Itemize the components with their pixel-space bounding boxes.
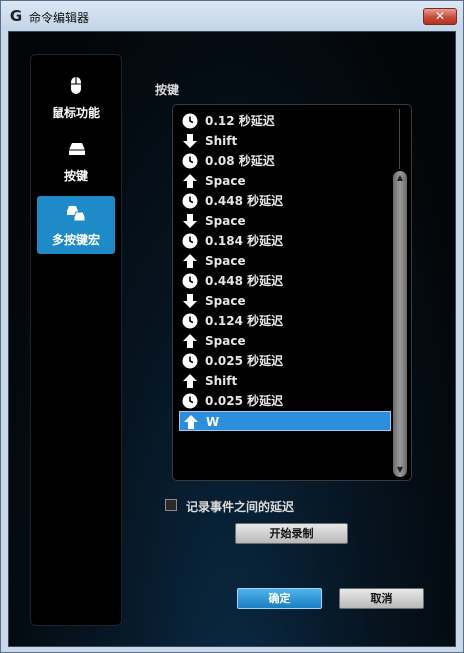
arrow-down-icon — [182, 293, 198, 309]
event-text: Shift — [205, 134, 238, 148]
scroll-up-arrow-icon[interactable]: ▲ — [393, 173, 407, 183]
start-recording-button[interactable]: 开始录制 — [235, 523, 348, 544]
record-delays-label: 记录事件之间的延迟 — [186, 500, 295, 514]
sidebar-item-mouse-function[interactable]: 鼠标功能 — [37, 69, 115, 127]
event-row[interactable]: 0.12 秒延迟 — [179, 111, 391, 131]
event-row[interactable]: Space — [179, 331, 391, 351]
event-row[interactable]: Space — [179, 211, 391, 231]
macro-event-list[interactable]: 0.12 秒延迟 Shift 0.08 秒延迟 Space 0.448 秒延迟 Space… — [172, 104, 412, 481]
event-row[interactable]: 0.124 秒延迟 — [179, 311, 391, 331]
clock-icon — [182, 393, 198, 409]
event-text: 0.08 秒延迟 — [205, 154, 275, 168]
sidebar-item-keystroke[interactable]: 按键 — [37, 132, 115, 190]
event-row[interactable]: Shift — [179, 371, 391, 391]
arrow-down-icon — [182, 133, 198, 149]
event-text: Space — [205, 334, 246, 348]
event-row[interactable]: Space — [179, 251, 391, 271]
event-row[interactable]: Space — [179, 171, 391, 191]
event-row[interactable]: 0.448 秒延迟 — [179, 191, 391, 211]
sidebar-item-multi-key-macro[interactable]: 多按键宏 — [37, 196, 115, 254]
event-row[interactable]: 0.08 秒延迟 — [179, 151, 391, 171]
arrow-up-icon — [182, 333, 198, 349]
event-row[interactable]: 0.025 秒延迟 — [179, 391, 391, 411]
event-text: 0.448 秒延迟 — [205, 194, 284, 208]
scrollbar-track-line — [399, 109, 400, 169]
scrollbar-thumb[interactable]: ▲ ▼ — [393, 171, 407, 477]
clock-icon — [182, 193, 198, 209]
sidebar-item-label: 鼠标功能 — [51, 106, 100, 120]
clock-icon — [182, 153, 198, 169]
event-text: 0.184 秒延迟 — [205, 234, 284, 248]
arrow-up-icon — [182, 173, 198, 189]
close-button[interactable]: ✕ — [423, 8, 457, 25]
title-bar[interactable]: G 命令编辑器 ✕ — [1, 1, 463, 31]
logitech-logo-icon: G — [9, 7, 23, 25]
arrow-up-icon — [182, 253, 198, 269]
mouse-icon — [71, 77, 81, 94]
ok-button[interactable]: 确定 — [237, 588, 322, 609]
event-text: 0.12 秒延迟 — [205, 114, 275, 128]
sidebar: 鼠标功能 按键 多按键宏 — [30, 54, 122, 626]
clock-icon — [182, 113, 198, 129]
event-text: 0.025 秒延迟 — [205, 394, 284, 408]
arrow-up-icon — [182, 373, 198, 389]
clock-icon — [182, 273, 198, 289]
event-text: W — [206, 415, 220, 429]
sidebar-item-label: 按键 — [63, 169, 88, 183]
event-row[interactable]: 0.448 秒延迟 — [179, 271, 391, 291]
event-text: Space — [205, 174, 246, 188]
cancel-button[interactable]: 取消 — [339, 588, 424, 609]
record-delays-checkbox[interactable] — [165, 499, 177, 511]
event-text: Space — [205, 294, 246, 308]
clock-icon — [182, 313, 198, 329]
scrollbar[interactable]: ▲ ▼ — [393, 109, 407, 478]
sidebar-item-label: 多按键宏 — [51, 233, 100, 247]
event-text: 0.448 秒延迟 — [205, 274, 284, 288]
scroll-down-arrow-icon[interactable]: ▼ — [393, 465, 407, 475]
event-text: Space — [205, 254, 246, 268]
event-row[interactable]: 0.184 秒延迟 — [179, 231, 391, 251]
event-text: Space — [205, 214, 246, 228]
event-row[interactable]: Space — [179, 291, 391, 311]
clock-icon — [182, 353, 198, 369]
section-label-keystrokes: 按键 — [155, 83, 180, 97]
client-area: 鼠标功能 按键 多按键宏 按键 0.12 秒延迟 Shift 0.08 秒延迟 Spa… — [8, 31, 456, 647]
event-text: 0.124 秒延迟 — [205, 314, 284, 328]
event-text: 0.025 秒延迟 — [205, 354, 284, 368]
arrow-up-icon — [183, 414, 199, 430]
multi-key-icon — [67, 206, 86, 222]
event-text: Shift — [205, 374, 238, 388]
event-row[interactable]: Shift — [179, 131, 391, 151]
event-row[interactable]: 0.025 秒延迟 — [179, 351, 391, 371]
key-icon — [69, 143, 85, 155]
window-title: 命令编辑器 — [29, 11, 90, 25]
command-editor-window: G 命令编辑器 ✕ 鼠标功能 按键 多按键宏 按键 0.12 秒延迟 Shift… — [0, 0, 464, 653]
arrow-down-icon — [182, 213, 198, 229]
event-row-selected[interactable]: W — [179, 411, 391, 431]
clock-icon — [182, 233, 198, 249]
